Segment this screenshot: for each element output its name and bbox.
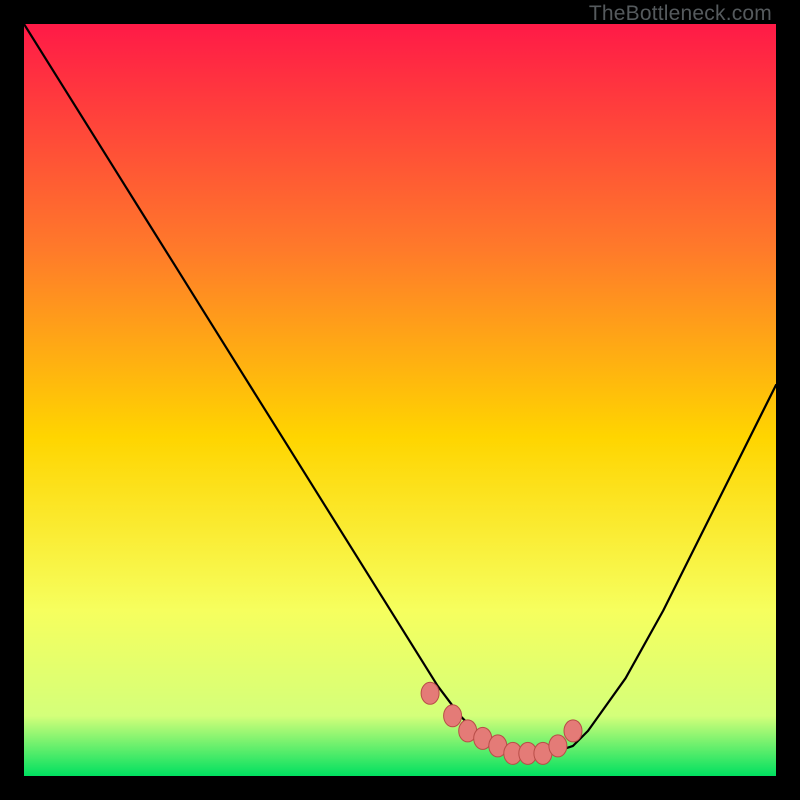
watermark-text: TheBottleneck.com bbox=[589, 2, 772, 26]
marker-point bbox=[564, 720, 582, 742]
chart-frame bbox=[24, 24, 776, 776]
marker-point bbox=[421, 682, 439, 704]
marker-point bbox=[444, 705, 462, 727]
gradient-background bbox=[24, 24, 776, 776]
bottleneck-chart bbox=[24, 24, 776, 776]
marker-point bbox=[549, 735, 567, 757]
